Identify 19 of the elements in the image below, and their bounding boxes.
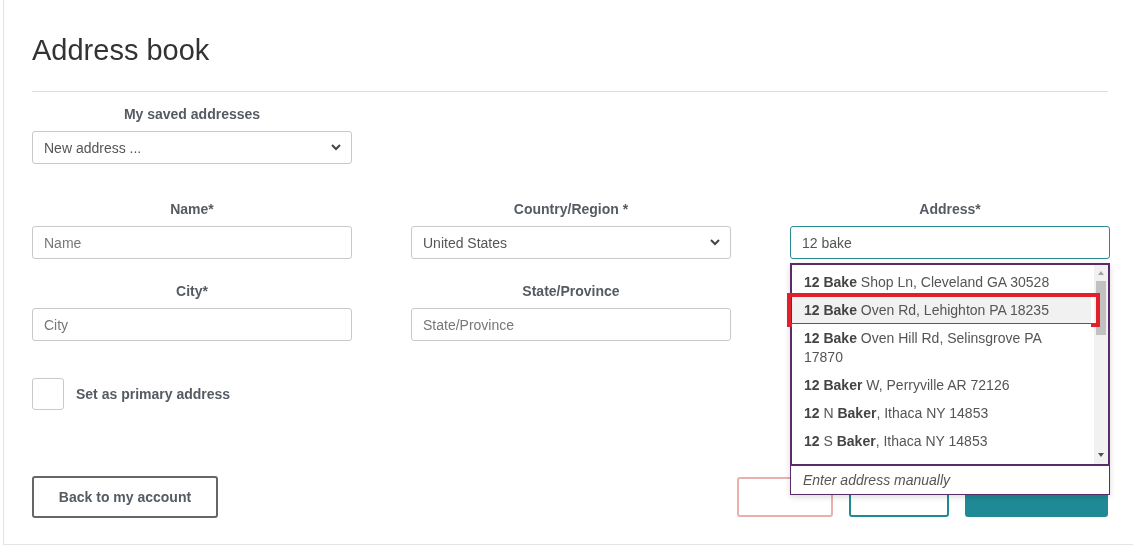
saved-address-select[interactable]: New address ...: [32, 131, 352, 164]
back-button[interactable]: Back to my account: [32, 476, 218, 518]
input-field[interactable]: City: [32, 308, 352, 341]
input-field[interactable]: 12 bake: [790, 226, 1110, 259]
field-label: Name*: [169, 201, 215, 219]
input-field[interactable]: Name: [32, 226, 352, 259]
field-label: Country/Region *: [512, 201, 630, 219]
chevron-down-icon: [331, 144, 341, 151]
scrollbar[interactable]: [1094, 265, 1108, 464]
input-field[interactable]: State/Province: [411, 308, 731, 341]
field-label: City*: [175, 283, 209, 301]
page-title: Address book: [32, 33, 211, 68]
country-select[interactable]: United States: [411, 226, 731, 259]
checkbox-label: Set as primary address: [76, 386, 231, 402]
chevron-down-icon: [710, 239, 720, 246]
checkbox[interactable]: [32, 378, 64, 410]
field-label: State/Province: [521, 283, 621, 301]
field-label: Address*: [918, 201, 982, 219]
field-label: My saved addresses: [122, 106, 262, 124]
